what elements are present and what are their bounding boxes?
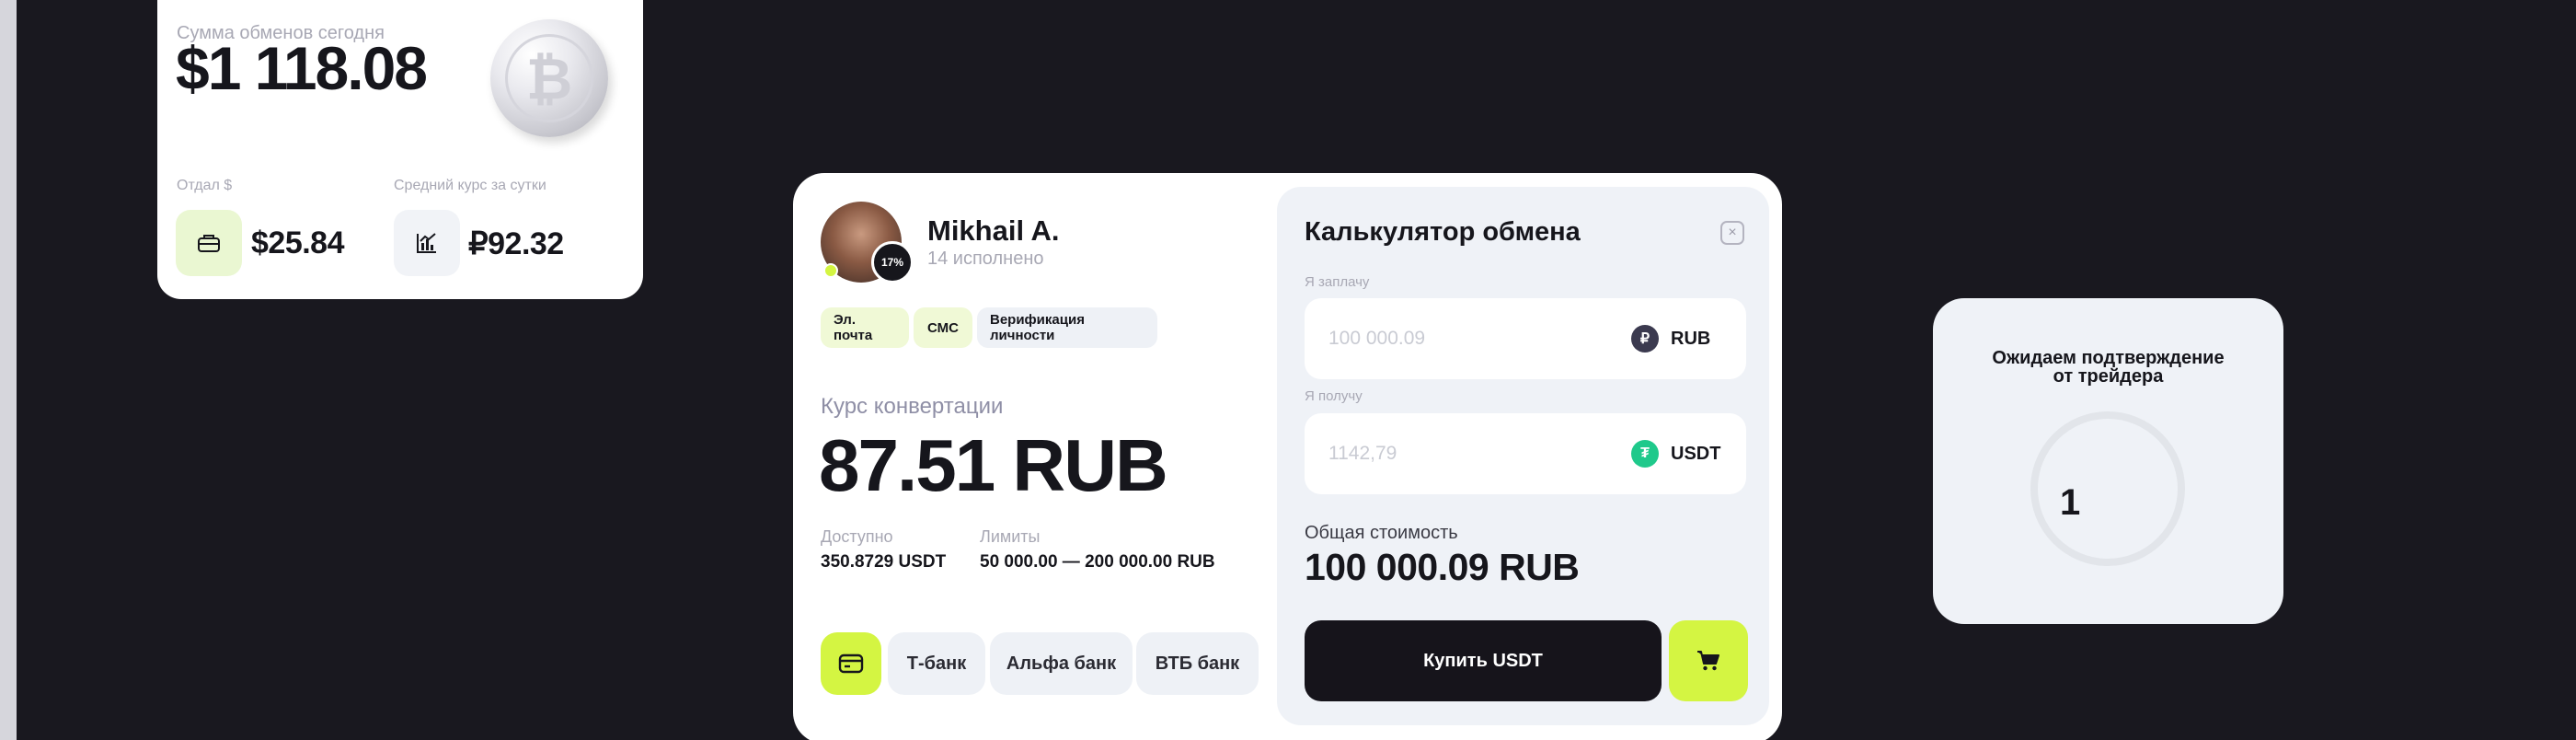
completion-badge: 17%	[871, 241, 914, 283]
calculator-title: Калькулятор обмена	[1305, 217, 1581, 247]
exchange-calculator: Калькулятор обмена × Я заплачу 100 000.0…	[1277, 187, 1769, 725]
verification-chip-sms: СМС	[914, 307, 972, 348]
ruble-icon: ₽	[1631, 325, 1659, 353]
pay-amount-field[interactable]: 100 000.09 ₽ RUB	[1305, 298, 1746, 379]
avg-rate-value: ₽92.32	[468, 226, 564, 261]
card-payment-button[interactable]	[821, 632, 881, 695]
given-label: Отдал $	[177, 178, 233, 193]
wallet-icon	[176, 210, 242, 276]
chart-icon	[394, 210, 460, 276]
exchange-summary-card: Сумма обменов сегодня $1 118.08 ₿ Отдал …	[157, 0, 643, 299]
buy-usdt-button[interactable]: Купить USDT	[1305, 620, 1662, 701]
bank-vtb-button[interactable]: ВТБ банк	[1136, 632, 1259, 695]
close-icon[interactable]: ×	[1720, 221, 1744, 245]
pay-label: Я заплачу	[1305, 274, 1370, 290]
waiting-line-2: от трейдера	[2053, 366, 2164, 387]
countdown-value: 1	[2060, 482, 2081, 523]
given-value: $25.84	[251, 225, 345, 260]
limits-label: Лимиты	[980, 527, 1041, 546]
countdown-ring	[2030, 411, 2185, 566]
available-label: Доступно	[821, 527, 893, 546]
waiting-message: Ожидаем подтверждение от трейдера	[1933, 349, 2283, 386]
limits-value: 50 000.00 — 200 000.00 RUB	[980, 552, 1215, 572]
verification-chip-email: Эл. почта	[821, 307, 909, 348]
trader-name[interactable]: Mikhail A.	[927, 214, 1060, 248]
available-value: 350.8729 USDT	[821, 552, 947, 572]
receive-currency[interactable]: USDT	[1671, 444, 1720, 465]
online-status-dot	[823, 263, 838, 278]
left-edge-strip	[0, 0, 17, 740]
cart-button[interactable]	[1669, 620, 1748, 701]
rate-value: 87.51 RUB	[819, 424, 1168, 506]
rate-label: Курс конвертации	[821, 394, 1004, 419]
pay-amount-input[interactable]: 100 000.09	[1328, 328, 1425, 350]
credit-card-icon	[838, 653, 864, 674]
summary-amount: $1 118.08	[176, 34, 428, 102]
cart-icon	[1697, 651, 1719, 671]
verification-chip-identity: Верификация личности	[977, 307, 1157, 348]
receive-amount-field[interactable]: 1142,79 ₮ USDT	[1305, 413, 1746, 494]
bitcoin-coin-icon: ₿	[490, 19, 608, 137]
pay-currency[interactable]: RUB	[1671, 329, 1710, 350]
tether-icon: ₮	[1631, 440, 1659, 468]
trader-deals: 14 исполнено	[927, 249, 1044, 269]
bank-tbank-button[interactable]: Т-банк	[888, 632, 985, 695]
receive-amount-input[interactable]: 1142,79	[1328, 443, 1397, 465]
waiting-confirmation-card: Ожидаем подтверждение от трейдера 1	[1933, 298, 2283, 624]
total-value: 100 000.09 RUB	[1305, 546, 1580, 588]
trader-offer-card: 17% Mikhail A. 14 исполнено Эл. почта СМ…	[793, 173, 1782, 740]
receive-label: Я получу	[1305, 388, 1363, 404]
bank-alfa-button[interactable]: Альфа банк	[990, 632, 1133, 695]
waiting-line-1: Ожидаем подтверждение	[1992, 348, 2225, 368]
total-label: Общая стоимость	[1305, 523, 1458, 543]
avg-rate-label: Средний курс за сутки	[394, 178, 546, 193]
